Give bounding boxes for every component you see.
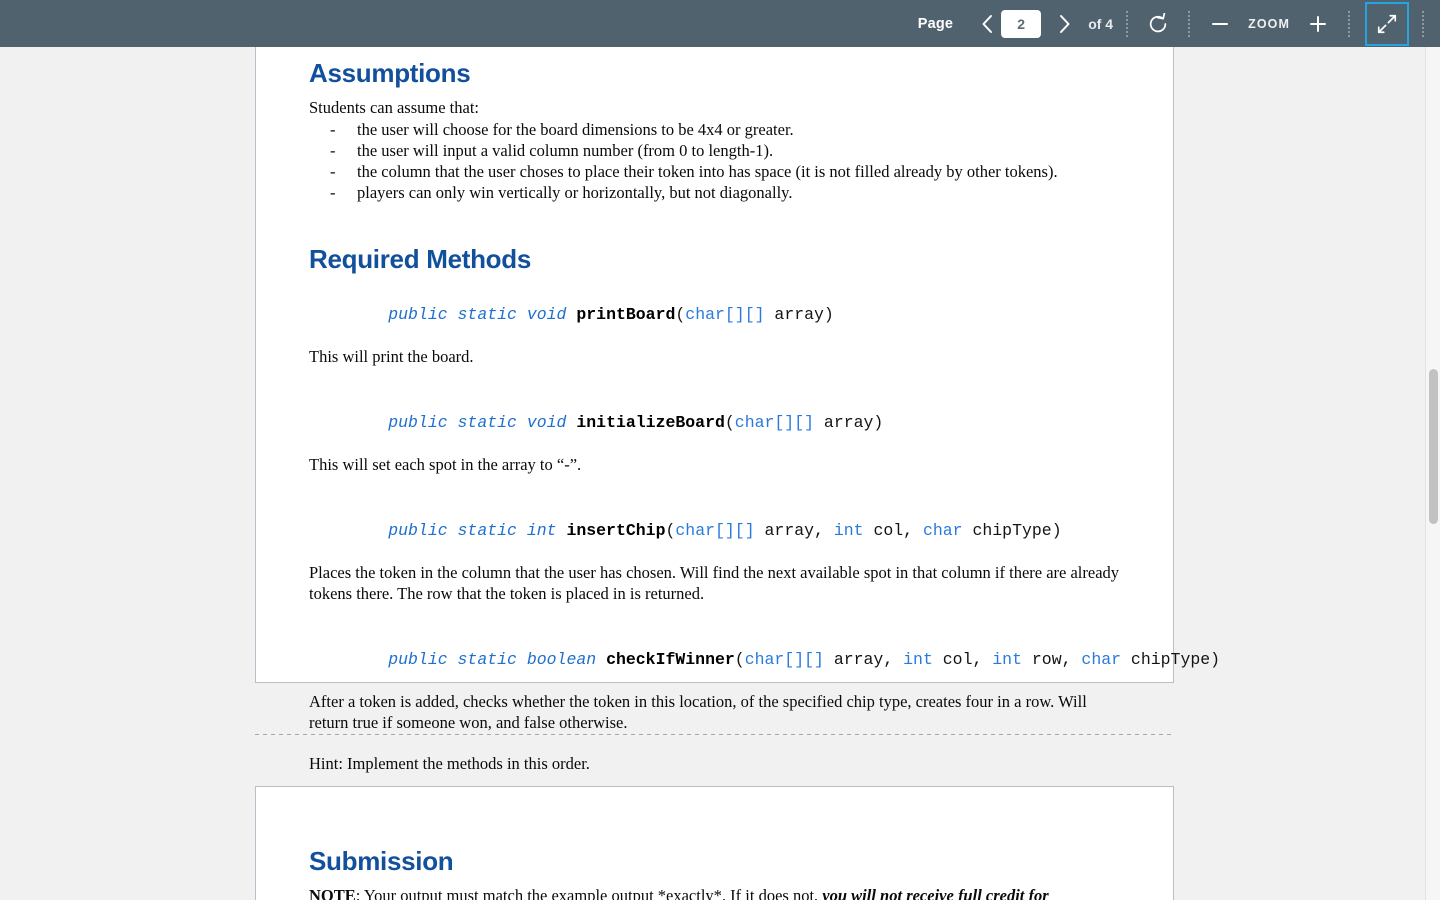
method-description: This will set each spot in the array to … xyxy=(309,455,582,475)
list-item: - the user will choose for the board dim… xyxy=(309,119,1120,140)
rotate-icon xyxy=(1149,12,1167,32)
rotate-button[interactable] xyxy=(1141,7,1175,41)
method-description: This will print the board. xyxy=(309,347,474,367)
fit-to-screen-button[interactable] xyxy=(1365,1,1409,46)
param-type: int xyxy=(903,649,933,669)
list-item-text: the user will choose for the board dimen… xyxy=(357,119,794,139)
submission-heading: Submission xyxy=(309,846,454,876)
note-label: NOTE xyxy=(309,885,356,900)
pdf-viewer-toolbar: Page of 4 ZOOM xyxy=(0,0,1440,47)
page-separator xyxy=(255,734,1174,735)
toolbar-divider-2 xyxy=(1188,10,1191,37)
bullet-marker: - xyxy=(330,183,336,203)
note-emphasis: you will not receive full credit for xyxy=(822,885,1049,900)
paren-open: ( xyxy=(724,412,735,432)
param-type: char xyxy=(1081,649,1122,669)
method-description: Places the token in the column that the … xyxy=(309,563,1120,604)
minus-icon xyxy=(1212,22,1229,25)
vertical-scrollbar-thumb[interactable] xyxy=(1429,369,1438,524)
toolbar-divider-3 xyxy=(1348,10,1350,37)
zoom-in-button[interactable] xyxy=(1301,7,1335,41)
param-rest: array) xyxy=(764,304,834,324)
list-item: - the user will input a valid column num… xyxy=(309,140,1120,161)
toolbar-divider xyxy=(1126,10,1129,37)
param-rest: chipType) xyxy=(962,520,1062,540)
method-name: printBoard xyxy=(576,304,676,324)
vertical-scrollbar-track[interactable] xyxy=(1425,47,1440,900)
hint-text: Hint: Implement the methods in this orde… xyxy=(309,753,590,773)
collapse-arrows-icon xyxy=(1377,14,1397,33)
method-description: After a token is added, checks whether t… xyxy=(309,692,1087,732)
submission-note: NOTE: Your output must match the example… xyxy=(309,886,1120,900)
chevron-right-icon xyxy=(1059,14,1070,33)
next-page-button[interactable] xyxy=(1050,9,1078,39)
previous-page-button[interactable] xyxy=(973,9,1001,39)
method-name: checkIfWinner xyxy=(606,649,735,669)
page-number-input[interactable] xyxy=(1001,9,1042,38)
param-mid: col, xyxy=(863,520,923,540)
document-page-3: Submission NOTE: Your output must match … xyxy=(255,786,1174,900)
plus-icon xyxy=(1310,15,1326,32)
bullet-marker: - xyxy=(330,119,336,139)
method-signature-checkifwinner: public static boolean checkIfWinner(char… xyxy=(309,627,1220,692)
param-rest: chipType) xyxy=(1121,649,1221,669)
param-mid: row, xyxy=(1022,649,1082,669)
zoom-group: ZOOM xyxy=(1203,0,1335,47)
list-item: - the column that the user choses to pla… xyxy=(309,161,1120,182)
page-total-label: of 4 xyxy=(1088,15,1114,32)
param-type: char[][] xyxy=(734,412,815,432)
param-type: int xyxy=(992,649,1022,669)
method-modifiers: public static void xyxy=(388,412,567,432)
list-item-text: the column that the user choses to place… xyxy=(357,162,1058,182)
method-signature-printboard: public static void printBoard(char[][] a… xyxy=(309,282,1120,347)
page-label: Page xyxy=(917,15,954,32)
assumptions-list: - the user will choose for the board dim… xyxy=(309,119,1120,203)
document-page-2: Assumptions Students can assume that: - … xyxy=(255,47,1220,773)
zoom-label: ZOOM xyxy=(1248,16,1290,31)
list-item: - players can only win vertically or hor… xyxy=(309,182,1120,203)
zoom-out-button[interactable] xyxy=(1203,7,1237,41)
paren-open: ( xyxy=(675,304,686,324)
paren-open: ( xyxy=(734,649,745,669)
method-modifiers: public static void xyxy=(388,304,567,324)
list-item-text: players can only win vertically or horiz… xyxy=(357,183,793,203)
assumptions-intro: Students can assume that: xyxy=(309,97,480,117)
param-mid: array, xyxy=(754,520,834,540)
required-methods-heading: Required Methods xyxy=(309,244,531,275)
method-modifiers: public static int xyxy=(388,520,557,540)
method-signature-initializeboard: public static void initializeBoard(char[… xyxy=(309,390,1120,455)
method-name: insertChip xyxy=(566,520,666,540)
method-name: initializeBoard xyxy=(576,412,725,432)
param-rest: array) xyxy=(814,412,884,432)
method-modifiers: public static boolean xyxy=(388,649,597,669)
bullet-marker: - xyxy=(330,140,336,160)
assumptions-heading: Assumptions xyxy=(309,58,471,88)
param-mid: array, xyxy=(823,649,904,669)
toolbar-divider-4 xyxy=(1422,10,1424,37)
param-type: char[][] xyxy=(685,304,765,324)
bullet-marker: - xyxy=(330,162,336,182)
paren-open: ( xyxy=(665,520,676,540)
param-type: char[][] xyxy=(744,649,824,669)
param-type: int xyxy=(833,520,864,540)
page-navigation-group: Page of 4 xyxy=(918,0,1113,47)
chevron-left-icon xyxy=(982,14,992,33)
param-mid: col, xyxy=(932,649,993,669)
list-item-text: the user will input a valid column numbe… xyxy=(357,140,774,160)
document-viewer[interactable]: Assumptions Students can assume that: - … xyxy=(0,47,1440,900)
note-text: : Your output must match the example out… xyxy=(355,885,823,900)
param-type: char[][] xyxy=(675,520,755,540)
param-type: char xyxy=(922,520,963,540)
method-signature-insertchip: public static int insertChip(char[][] ar… xyxy=(309,498,1120,563)
